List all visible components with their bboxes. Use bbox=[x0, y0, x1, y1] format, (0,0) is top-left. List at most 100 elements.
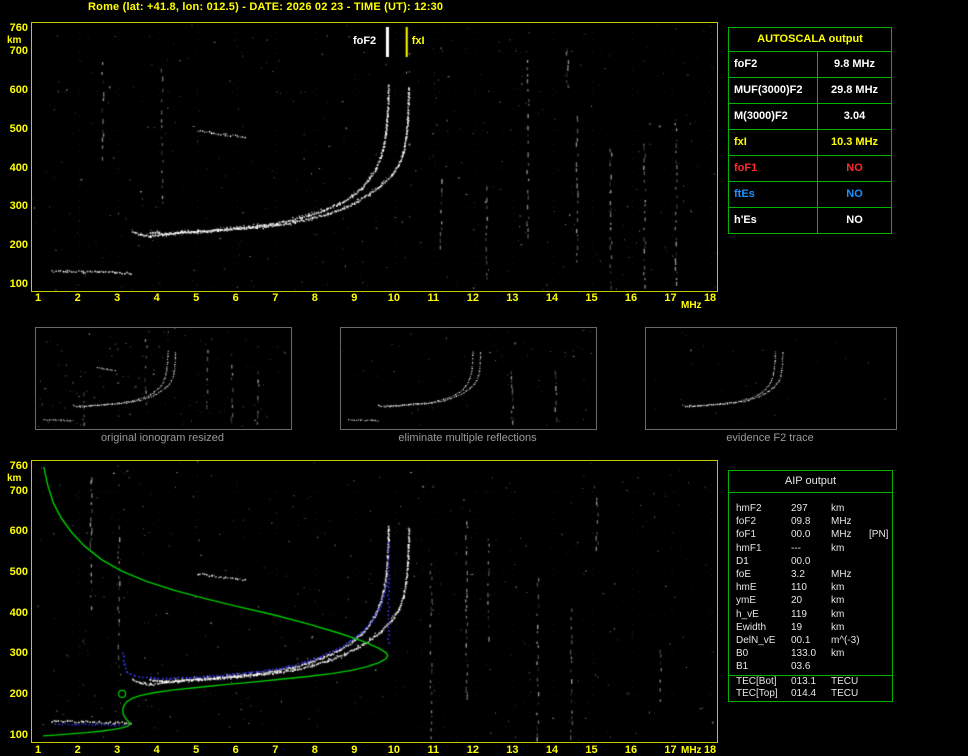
aip-row: B0 133.0 km bbox=[729, 647, 892, 660]
aip-row: foF1 00.0 MHz [PN] bbox=[729, 528, 892, 541]
aip-param-unit: m^(-3) bbox=[831, 634, 860, 646]
aip-param-unit: TECU bbox=[831, 687, 859, 699]
autoscala-param-value: 9.8 MHz bbox=[834, 58, 875, 70]
x-tick-label: 14 bbox=[545, 744, 559, 756]
aip-param-label: foF2 bbox=[736, 516, 757, 528]
aip-param-label: ymE bbox=[736, 595, 756, 607]
aip-param-label: hmF1 bbox=[736, 542, 762, 554]
autoscala-param-value: NO bbox=[846, 214, 863, 226]
thumbnail-original-canvas bbox=[36, 328, 289, 427]
y-tick-label: 200 bbox=[9, 239, 28, 252]
aip-row: h_vE 119 km bbox=[729, 608, 892, 621]
aip-param-unit bbox=[831, 660, 869, 673]
autoscala-param-label: MUF(3000)F2 bbox=[729, 78, 818, 103]
aip-param-label: B1 bbox=[736, 661, 749, 673]
aip-param-value: 20 bbox=[791, 595, 803, 607]
aip-row: hmF2 297 km bbox=[729, 502, 892, 515]
aip-param-label: TEC[Top] bbox=[736, 687, 778, 699]
aip-param-label: hmF2 bbox=[736, 503, 762, 514]
x-tick-label: 10 bbox=[387, 744, 400, 756]
autoscala-param-value: 3.04 bbox=[843, 110, 866, 122]
foF2-marker-label: foF2 bbox=[352, 35, 377, 47]
fxI-marker-label: fxI bbox=[411, 35, 425, 47]
thumbnail-original-ionogram bbox=[35, 327, 292, 430]
autoscala-param-label: ftEs bbox=[729, 182, 818, 207]
x-tick-label: 7 bbox=[272, 292, 279, 304]
x-tick-label: 1 bbox=[35, 292, 42, 304]
aip-param-note bbox=[869, 555, 892, 568]
thumbnail-f2-trace-canvas bbox=[646, 328, 894, 427]
ionogram-profile-canvas bbox=[32, 461, 717, 742]
x-tick-label: 6 bbox=[232, 292, 239, 304]
x-tick-label: 4 bbox=[153, 292, 160, 304]
aip-param-unit: km bbox=[831, 582, 845, 594]
aip-param-note bbox=[869, 581, 892, 594]
ionogram-main-plot: foF2 fxI bbox=[31, 22, 718, 292]
autoscala-param-value: NO bbox=[846, 162, 863, 174]
aip-param-label: foF1 bbox=[736, 529, 757, 541]
thumbnail-caption-original: original ionogram resized bbox=[101, 432, 224, 444]
aip-param-note bbox=[869, 647, 892, 660]
autoscala-row: h'Es NO bbox=[729, 208, 891, 233]
aip-param-unit: km bbox=[831, 608, 845, 620]
aip-param-value: 03.6 bbox=[791, 661, 811, 673]
autoscala-row: foF1 NO bbox=[729, 156, 891, 182]
aip-output-panel: AIP output hmF2 297 km foF2 09.8 MHz foF1 00.0 M… bbox=[728, 470, 893, 702]
x-tick-label: 12 bbox=[466, 292, 480, 304]
autoscala-output-panel: AUTOSCALA output foF2 9.8 MHz MUF(3000)F2 2… bbox=[728, 27, 892, 234]
aip-param-label: D1 bbox=[736, 555, 749, 567]
x-tick-label: 9 bbox=[351, 744, 358, 756]
aip-param-value: 133.0 bbox=[791, 648, 817, 660]
x-tick-label: 8 bbox=[311, 744, 318, 756]
ionogram-profile-plot bbox=[31, 460, 718, 743]
aip-param-unit: km bbox=[831, 595, 845, 607]
autoscala-param-label: fxI bbox=[729, 130, 818, 155]
station-date-time-title: Rome (lat: +41.8, lon: 012.5) - DATE: 20… bbox=[88, 1, 444, 13]
x-tick-label: 17 bbox=[664, 292, 677, 304]
x-tick-label: 11 bbox=[427, 292, 440, 304]
x-tick-label: 18 bbox=[703, 744, 717, 756]
x-tick-label: 18 bbox=[703, 292, 717, 304]
aip-param-unit: km bbox=[831, 621, 845, 633]
autoscala-param-value: 10.3 MHz bbox=[830, 136, 879, 148]
aip-param-label: h_vE bbox=[736, 608, 759, 620]
x-tick-label: 16 bbox=[624, 292, 638, 304]
aip-param-note bbox=[869, 660, 892, 673]
aip-row: B1 03.6 bbox=[729, 660, 892, 673]
y-tick-label: 200 bbox=[9, 688, 28, 701]
aip-param-unit: MHz bbox=[831, 568, 852, 580]
aip-param-value: 00.0 bbox=[791, 555, 811, 567]
aip-param-unit: TECU bbox=[831, 676, 859, 688]
x-tick-label: 1 bbox=[35, 744, 42, 756]
autoscala-row: ftEs NO bbox=[729, 182, 891, 208]
thumbnail-f2-trace bbox=[645, 327, 897, 430]
thumbnail-no-multiples-canvas bbox=[341, 328, 594, 427]
x-tick-label: 13 bbox=[506, 292, 519, 304]
x-tick-label: 13 bbox=[506, 744, 519, 756]
aip-row: ymE 20 km bbox=[729, 594, 892, 607]
aip-param-note bbox=[869, 688, 892, 700]
y-tick-label: 300 bbox=[9, 200, 28, 213]
x-tick-label: 7 bbox=[272, 744, 279, 756]
aip-panel-title: AIP output bbox=[729, 471, 892, 493]
aip-param-note bbox=[869, 515, 892, 528]
aip-param-value: 09.8 bbox=[791, 516, 811, 528]
x-tick-label: 9 bbox=[351, 292, 358, 304]
aip-param-unit: MHz bbox=[831, 529, 852, 541]
x-tick-label: 6 bbox=[232, 744, 239, 756]
aip-param-label: hmE bbox=[736, 582, 757, 594]
autoscala-param-label: foF2 bbox=[729, 52, 818, 77]
aip-param-note bbox=[869, 502, 892, 515]
y-axis-unit-km-bottom: km bbox=[7, 473, 22, 484]
aip-param-unit: km bbox=[831, 648, 845, 660]
x-tick-label: 10 bbox=[387, 292, 400, 304]
thumbnail-no-multiples bbox=[340, 327, 597, 430]
x-tick-label: 16 bbox=[624, 744, 638, 756]
aip-param-note bbox=[869, 634, 892, 647]
x-tick-label: 17 bbox=[664, 744, 677, 756]
y-tick-label: 700 bbox=[9, 45, 28, 58]
y-tick-label: 400 bbox=[9, 606, 28, 619]
aip-param-note bbox=[869, 621, 892, 634]
x-tick-label: 14 bbox=[545, 292, 559, 304]
autoscala-row: MUF(3000)F2 29.8 MHz bbox=[729, 78, 891, 104]
